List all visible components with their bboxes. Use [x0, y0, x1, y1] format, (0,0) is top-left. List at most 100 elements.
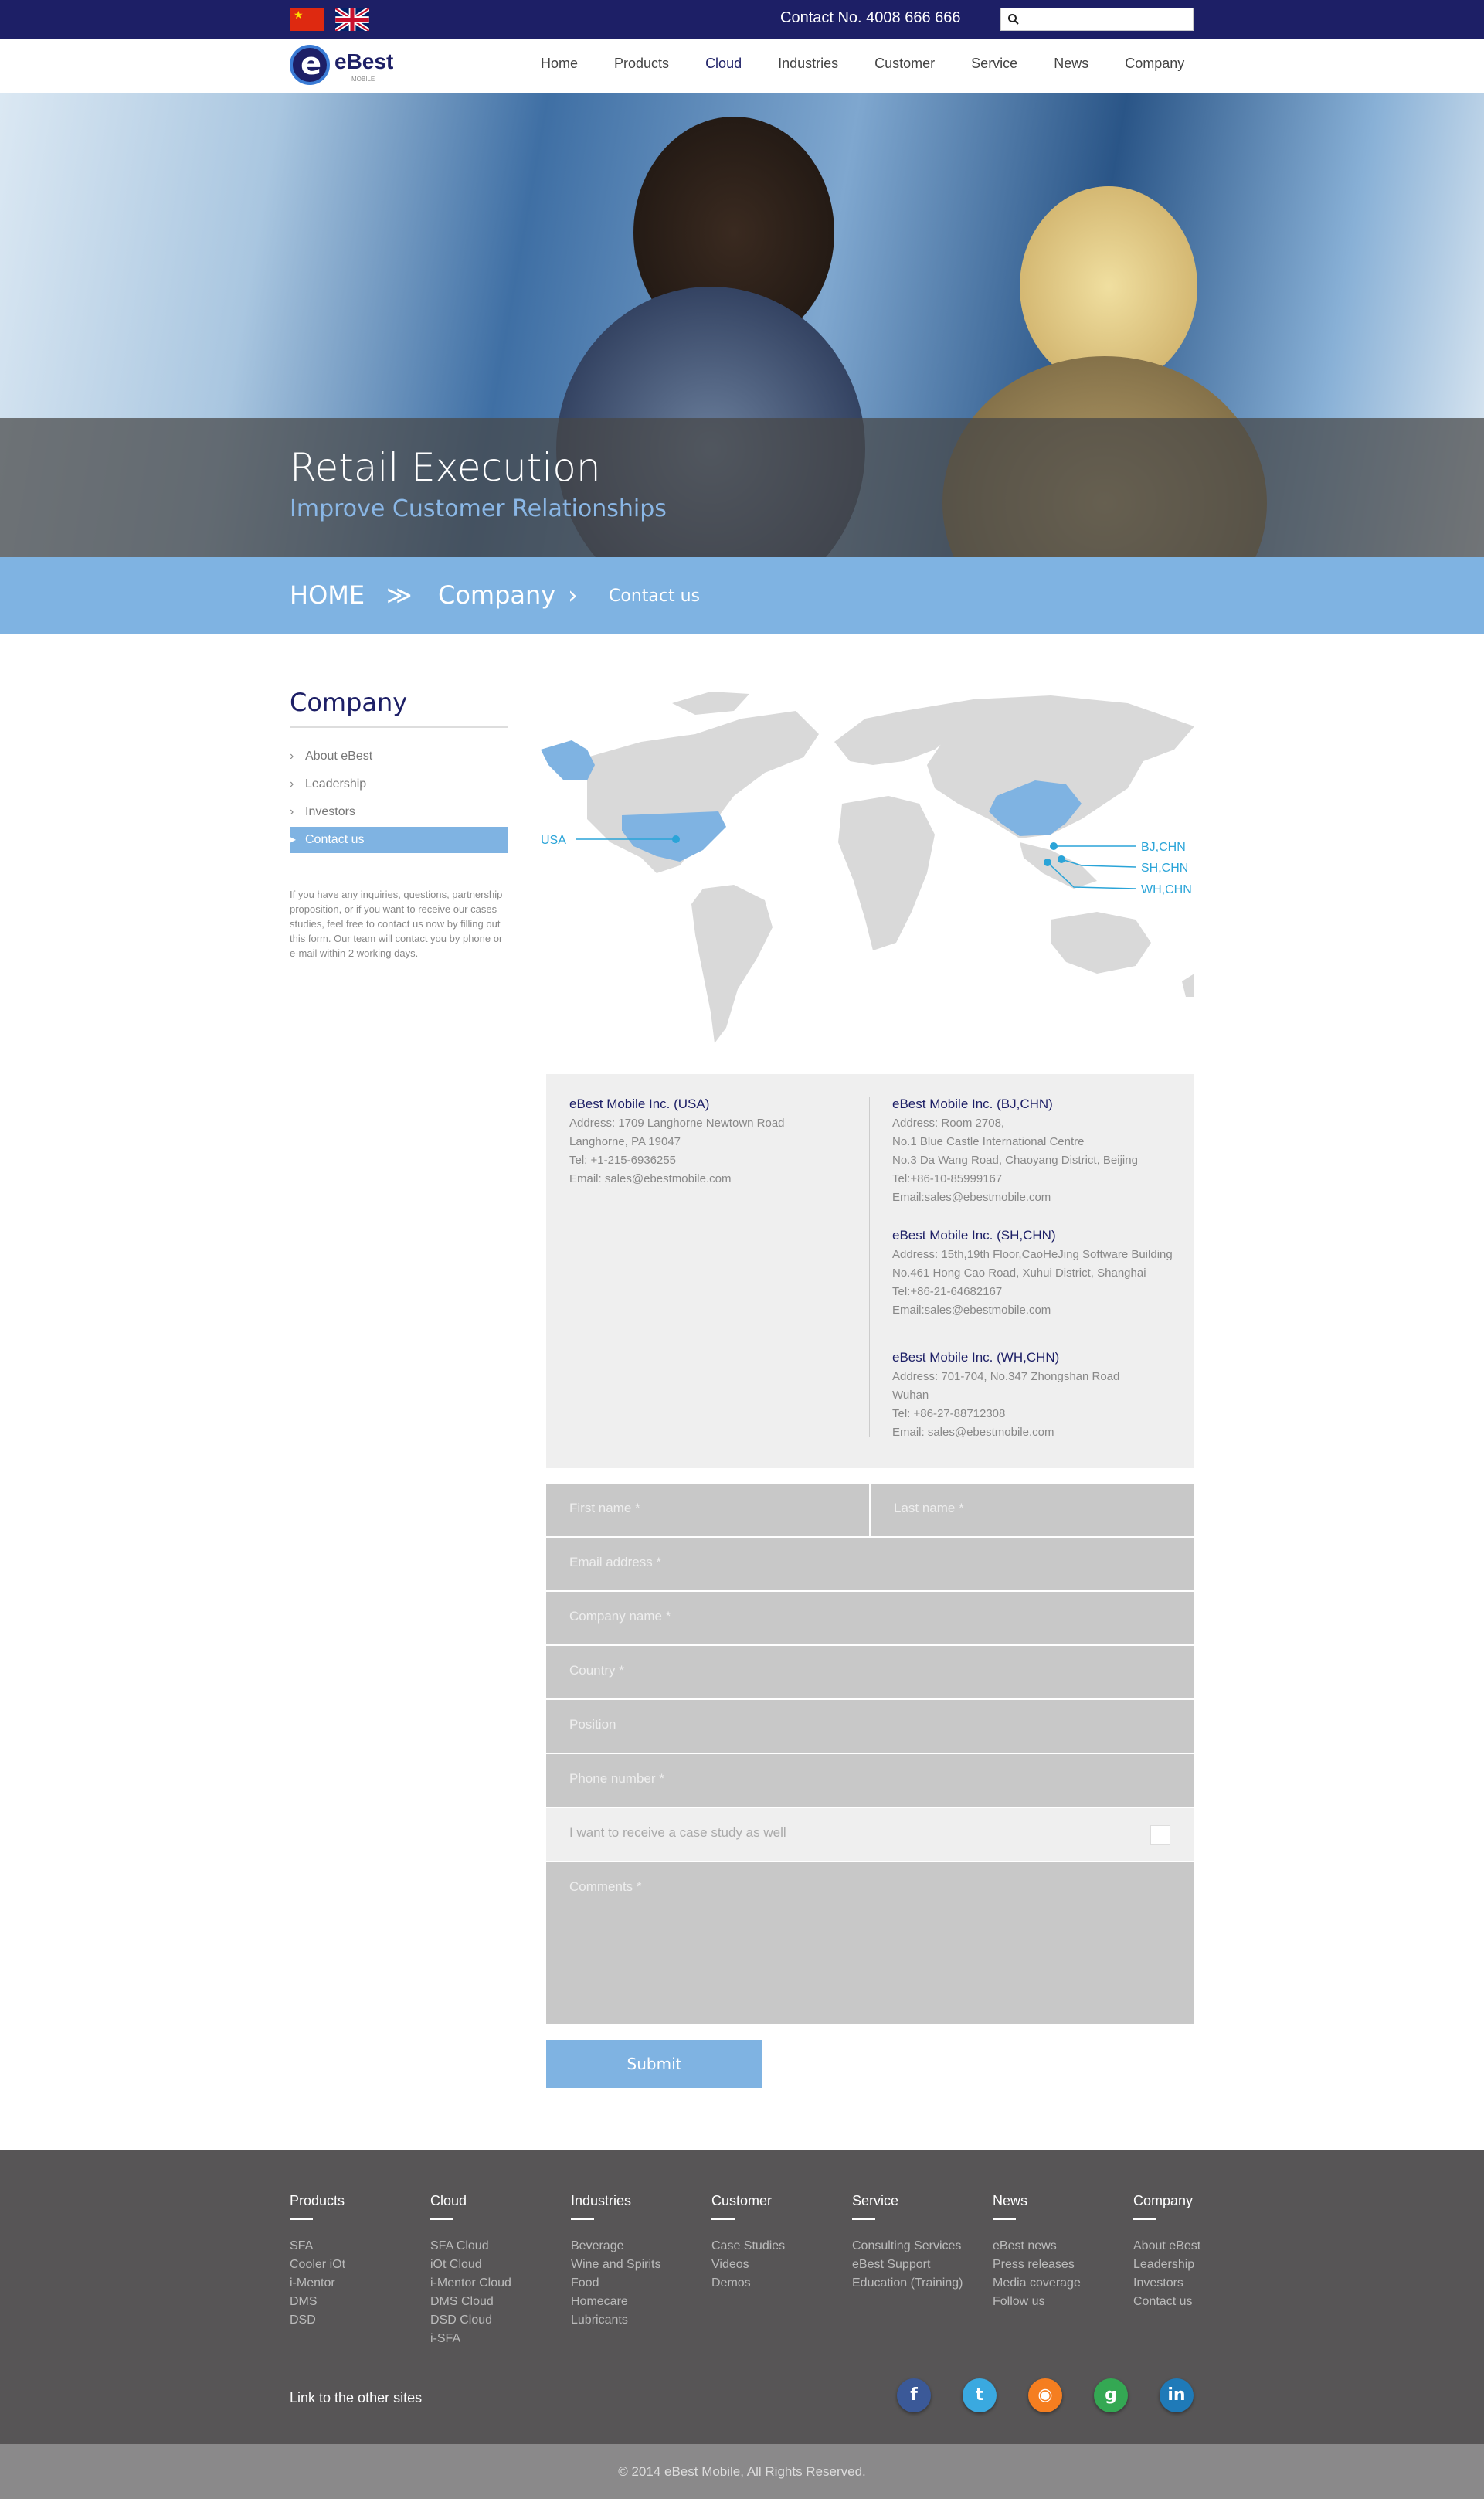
- footer-col-underline: [993, 2218, 1016, 2220]
- shanghai-marker[interactable]: [1058, 855, 1065, 863]
- case-study-row: I want to receive a case study as well: [546, 1808, 1194, 1862]
- comments-field[interactable]: Comments *: [546, 1862, 1194, 2025]
- sidebar-item-contact[interactable]: ▸ Contact us: [290, 827, 508, 853]
- beijing-marker[interactable]: [1050, 842, 1058, 850]
- footer-link[interactable]: eBest news: [993, 2237, 1124, 2256]
- contact-intro-text: If you have any inquiries, questions, pa…: [290, 889, 503, 959]
- main-navbar: e eBest MOBILE Home Products Cloud Indus…: [0, 39, 1484, 94]
- footer-link[interactable]: i-SFA: [430, 2330, 562, 2348]
- phone-field[interactable]: Phone number *: [546, 1754, 1194, 1807]
- nav-news[interactable]: News: [1054, 56, 1088, 72]
- footer-col-underline: [430, 2218, 453, 2220]
- usa-marker[interactable]: [672, 835, 680, 843]
- breadcrumb-current: Contact us: [609, 586, 700, 606]
- uk-flag-icon[interactable]: [335, 8, 369, 31]
- country-field[interactable]: Country *: [546, 1646, 1194, 1699]
- map-label-usa: USA: [541, 834, 566, 847]
- footer-link[interactable]: About eBest: [1133, 2237, 1265, 2256]
- google-icon[interactable]: g: [1094, 2378, 1128, 2412]
- nav-products[interactable]: Products: [614, 56, 669, 72]
- nav-service[interactable]: Service: [971, 56, 1017, 72]
- footer-link[interactable]: Press releases: [993, 2256, 1124, 2274]
- footer-col-title[interactable]: News: [993, 2193, 1124, 2212]
- footer-link[interactable]: Leadership: [1133, 2256, 1265, 2274]
- footer-col-title[interactable]: Customer: [711, 2193, 843, 2212]
- footer-col-title[interactable]: Service: [852, 2193, 983, 2212]
- footer-link[interactable]: Lubricants: [571, 2311, 702, 2330]
- nav-cloud[interactable]: Cloud: [705, 56, 742, 72]
- rss-icon[interactable]: ◉: [1028, 2378, 1062, 2412]
- wuhan-marker[interactable]: [1044, 858, 1051, 866]
- sidebar-title: Company: [290, 688, 408, 717]
- footer-link[interactable]: Case Studies: [711, 2237, 843, 2256]
- footer-col-title[interactable]: Cloud: [430, 2193, 562, 2212]
- footer-link[interactable]: Follow us: [993, 2293, 1124, 2311]
- footer-link[interactable]: Contact us: [1133, 2293, 1265, 2311]
- footer-col-products: Products SFA Cooler iOt i-Mentor DMS DSD: [290, 2193, 421, 2330]
- sidebar-item-about[interactable]: › About eBest: [290, 743, 508, 770]
- footer-col-underline: [571, 2218, 594, 2220]
- linkedin-icon[interactable]: in: [1160, 2378, 1194, 2412]
- footer-link[interactable]: i-Mentor: [290, 2274, 421, 2293]
- email-field[interactable]: Email address *: [546, 1538, 1194, 1591]
- footer-link[interactable]: Investors: [1133, 2274, 1265, 2293]
- last-name-field[interactable]: Last name *: [871, 1484, 1194, 1537]
- footer-link[interactable]: SFA: [290, 2237, 421, 2256]
- other-sites-label[interactable]: Link to the other sites: [290, 2390, 422, 2406]
- footer-link[interactable]: DSD Cloud: [430, 2311, 562, 2330]
- nav-home[interactable]: Home: [541, 56, 578, 72]
- ebest-logo[interactable]: e eBest MOBILE: [290, 45, 398, 87]
- footer-col-title[interactable]: Products: [290, 2193, 421, 2212]
- hero-subtitle: Improve Customer Relationships: [290, 495, 667, 522]
- chevron-right-icon: ›: [290, 777, 294, 790]
- nav-customer[interactable]: Customer: [874, 56, 935, 72]
- footer-link[interactable]: Food: [571, 2274, 702, 2293]
- sidebar-item-investors[interactable]: › Investors: [290, 799, 508, 825]
- alaska-highlight: [541, 740, 595, 780]
- twitter-icon[interactable]: t: [963, 2378, 997, 2412]
- case-study-checkbox[interactable]: [1150, 1825, 1170, 1845]
- footer-link[interactable]: DSD: [290, 2311, 421, 2330]
- footer-link[interactable]: i-Mentor Cloud: [430, 2274, 562, 2293]
- footer-link[interactable]: iOt Cloud: [430, 2256, 562, 2274]
- company-field[interactable]: Company name *: [546, 1592, 1194, 1645]
- main-nav: Home Products Cloud Industries Customer …: [541, 56, 1221, 72]
- search-icon[interactable]: [1007, 13, 1020, 26]
- footer-link[interactable]: Homecare: [571, 2293, 702, 2311]
- footer-link[interactable]: Beverage: [571, 2237, 702, 2256]
- footer-link[interactable]: Demos: [711, 2274, 843, 2293]
- footer-col-title[interactable]: Industries: [571, 2193, 702, 2212]
- footer-link[interactable]: DMS Cloud: [430, 2293, 562, 2311]
- footer-link[interactable]: DMS: [290, 2293, 421, 2311]
- office-addresses: eBest Mobile Inc. (USA) Address: 1709 La…: [546, 1074, 1194, 1468]
- facebook-icon[interactable]: f: [897, 2378, 931, 2412]
- footer-link[interactable]: Education (Training): [852, 2274, 983, 2293]
- footer-col-title[interactable]: Company: [1133, 2193, 1265, 2212]
- chevron-right-icon: ›: [290, 805, 294, 818]
- search-input[interactable]: [1024, 8, 1190, 30]
- sidebar-item-leadership[interactable]: › Leadership: [290, 771, 508, 797]
- footer-link[interactable]: Videos: [711, 2256, 843, 2274]
- office-beijing: eBest Mobile Inc. (BJ,CHN) Address: Room…: [892, 1096, 1138, 1204]
- footer-col-news: News eBest news Press releases Media covera…: [993, 2193, 1124, 2311]
- first-name-field[interactable]: First name *: [546, 1484, 869, 1537]
- search-box[interactable]: [1000, 8, 1194, 31]
- breadcrumb-company[interactable]: Company: [438, 580, 555, 610]
- footer-link[interactable]: Cooler iOt: [290, 2256, 421, 2274]
- hero-title: Retail Execution: [290, 445, 601, 490]
- footer-link[interactable]: eBest Support: [852, 2256, 983, 2274]
- footer-col-customer: Customer Case Studies Videos Demos: [711, 2193, 843, 2293]
- china-flag-icon[interactable]: ★: [290, 8, 324, 31]
- footer-link[interactable]: SFA Cloud: [430, 2237, 562, 2256]
- chevron-right-icon: ›: [568, 580, 578, 610]
- submit-button[interactable]: Submit: [546, 2040, 762, 2088]
- position-field[interactable]: Position: [546, 1700, 1194, 1753]
- nav-industries[interactable]: Industries: [778, 56, 838, 72]
- footer-link[interactable]: Media coverage: [993, 2274, 1124, 2293]
- hero-banner: Retail Execution Improve Customer Relati…: [0, 94, 1484, 557]
- footer-link[interactable]: Wine and Spirits: [571, 2256, 702, 2274]
- sidebar-divider: [290, 726, 508, 728]
- footer-link[interactable]: Consulting Services: [852, 2237, 983, 2256]
- breadcrumb-home[interactable]: HOME: [290, 580, 365, 610]
- nav-company[interactable]: Company: [1125, 56, 1184, 72]
